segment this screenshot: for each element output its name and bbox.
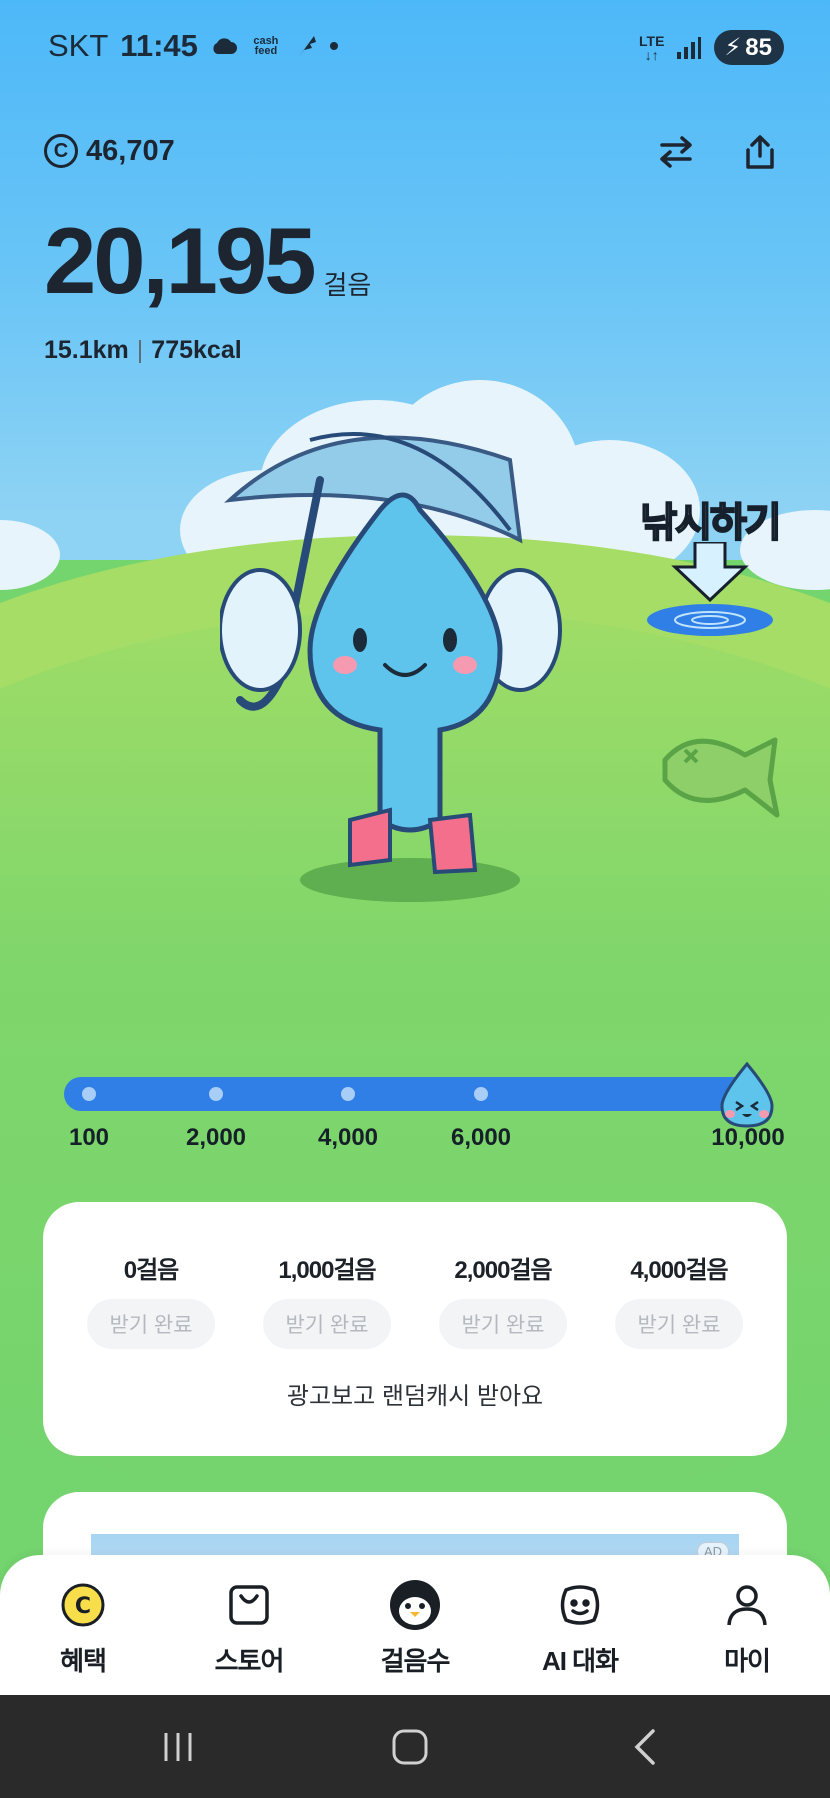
cloud-icon [213, 38, 237, 54]
person-icon [721, 1579, 773, 1631]
step-counter: 20,195 걸음 [44, 214, 371, 308]
nav-item-store[interactable]: 스토어 [179, 1579, 319, 1678]
reward-label: 0걸음 [123, 1257, 180, 1284]
bottom-navigation: C 혜택 스토어 걸음수 AI 대화 마이 [0, 1555, 830, 1695]
nav-item-my[interactable]: 마이 [677, 1579, 817, 1678]
recent-apps-icon[interactable] [156, 1727, 200, 1767]
milestone-dot [209, 1087, 223, 1101]
reward-item: 1,000걸음 받기 완료 [237, 1250, 417, 1349]
milestone-label: 6,000 [450, 1124, 512, 1151]
nav-label: 혜택 [60, 1646, 107, 1676]
nav-item-steps[interactable]: 걸음수 [345, 1579, 485, 1678]
milestone-label: 100 [68, 1124, 110, 1151]
fishing-title: 낚시하기 [639, 500, 782, 546]
notification-dot-icon [329, 42, 338, 50]
claim-complete-button[interactable]: 받기 완료 [263, 1299, 391, 1349]
claim-complete-button[interactable]: 받기 완료 [615, 1299, 743, 1349]
progress-character-icon [720, 1062, 774, 1128]
water-drop-character[interactable] [220, 420, 600, 920]
coin-icon: C [44, 134, 78, 168]
step-progress-bar [64, 1077, 754, 1111]
milestone-label: 10,000 [711, 1124, 785, 1151]
svg-text:C: C [75, 1594, 91, 1619]
coin-icon: C [57, 1579, 109, 1631]
calories-value: 775kcal [151, 336, 242, 364]
watch-ad-random-cash-link[interactable]: 광고보고 랜덤캐시 받아요 [43, 1376, 787, 1411]
walk-stats: 15.1km | 775kcal [44, 336, 242, 365]
points-balance[interactable]: C 46,707 [44, 134, 175, 168]
reward-label: 2,000걸음 [454, 1257, 552, 1284]
down-arrow-icon [671, 542, 749, 602]
home-icon[interactable] [388, 1727, 432, 1767]
smile-chat-icon [554, 1579, 606, 1631]
pond-icon [647, 604, 773, 636]
nav-item-benefits[interactable]: C 혜택 [13, 1579, 153, 1678]
step-unit: 걸음 [323, 270, 372, 300]
reward-card: 0걸음 받기 완료 1,000걸음 받기 완료 2,000걸음 받기 완료 4,… [43, 1202, 787, 1456]
fish-icon [662, 737, 780, 818]
nav-label: AI 대화 [541, 1646, 619, 1676]
nav-label: 스토어 [214, 1646, 285, 1676]
reward-item: 4,000걸음 받기 완료 [589, 1250, 769, 1349]
nav-label: 마이 [724, 1646, 771, 1676]
milestone-dot [474, 1087, 488, 1101]
switch-icon[interactable] [656, 132, 696, 172]
clock: 11:45 [120, 28, 198, 63]
network-type: LTE ↓↑ [639, 32, 665, 63]
back-icon[interactable] [622, 1727, 666, 1767]
reward-label: 4,000걸음 [630, 1257, 728, 1284]
battery-indicator: ⚡ 85 [714, 30, 784, 65]
system-navigation-bar [0, 1695, 830, 1798]
points-value: 46,707 [86, 134, 175, 167]
reward-item: 0걸음 받기 완료 [61, 1250, 241, 1349]
nav-label: 걸음수 [380, 1646, 451, 1676]
status-bar: SKT 11:45 cash feed LTE ↓↑ ⚡ 85 [0, 0, 830, 96]
signal-icon [677, 36, 702, 59]
shopping-bag-icon [223, 1579, 275, 1631]
stats-separator: | [136, 336, 144, 364]
reward-item: 2,000걸음 받기 완료 [413, 1250, 593, 1349]
milestone-label: 4,000 [317, 1124, 379, 1151]
milestone-label: 2,000 [185, 1124, 247, 1151]
milestone-dot [341, 1087, 355, 1101]
cashfeed-icon: cash feed [253, 35, 279, 57]
step-count: 20,195 [44, 208, 317, 313]
charging-bolt-icon: ⚡ [724, 34, 742, 61]
milestone-dot [82, 1087, 96, 1101]
carrier-label: SKT [48, 28, 109, 63]
cloud [0, 520, 60, 590]
feather-icon [297, 36, 316, 58]
reward-label: 1,000걸음 [278, 1257, 376, 1284]
nav-item-ai-chat[interactable]: AI 대화 [510, 1579, 650, 1678]
penguin-icon [389, 1579, 441, 1631]
share-icon[interactable] [740, 132, 780, 172]
claim-complete-button[interactable]: 받기 완료 [87, 1299, 215, 1349]
fishing-button[interactable]: 낚시하기 [620, 480, 800, 650]
claim-complete-button[interactable]: 받기 완료 [439, 1299, 567, 1349]
distance-value: 15.1km [44, 336, 129, 364]
